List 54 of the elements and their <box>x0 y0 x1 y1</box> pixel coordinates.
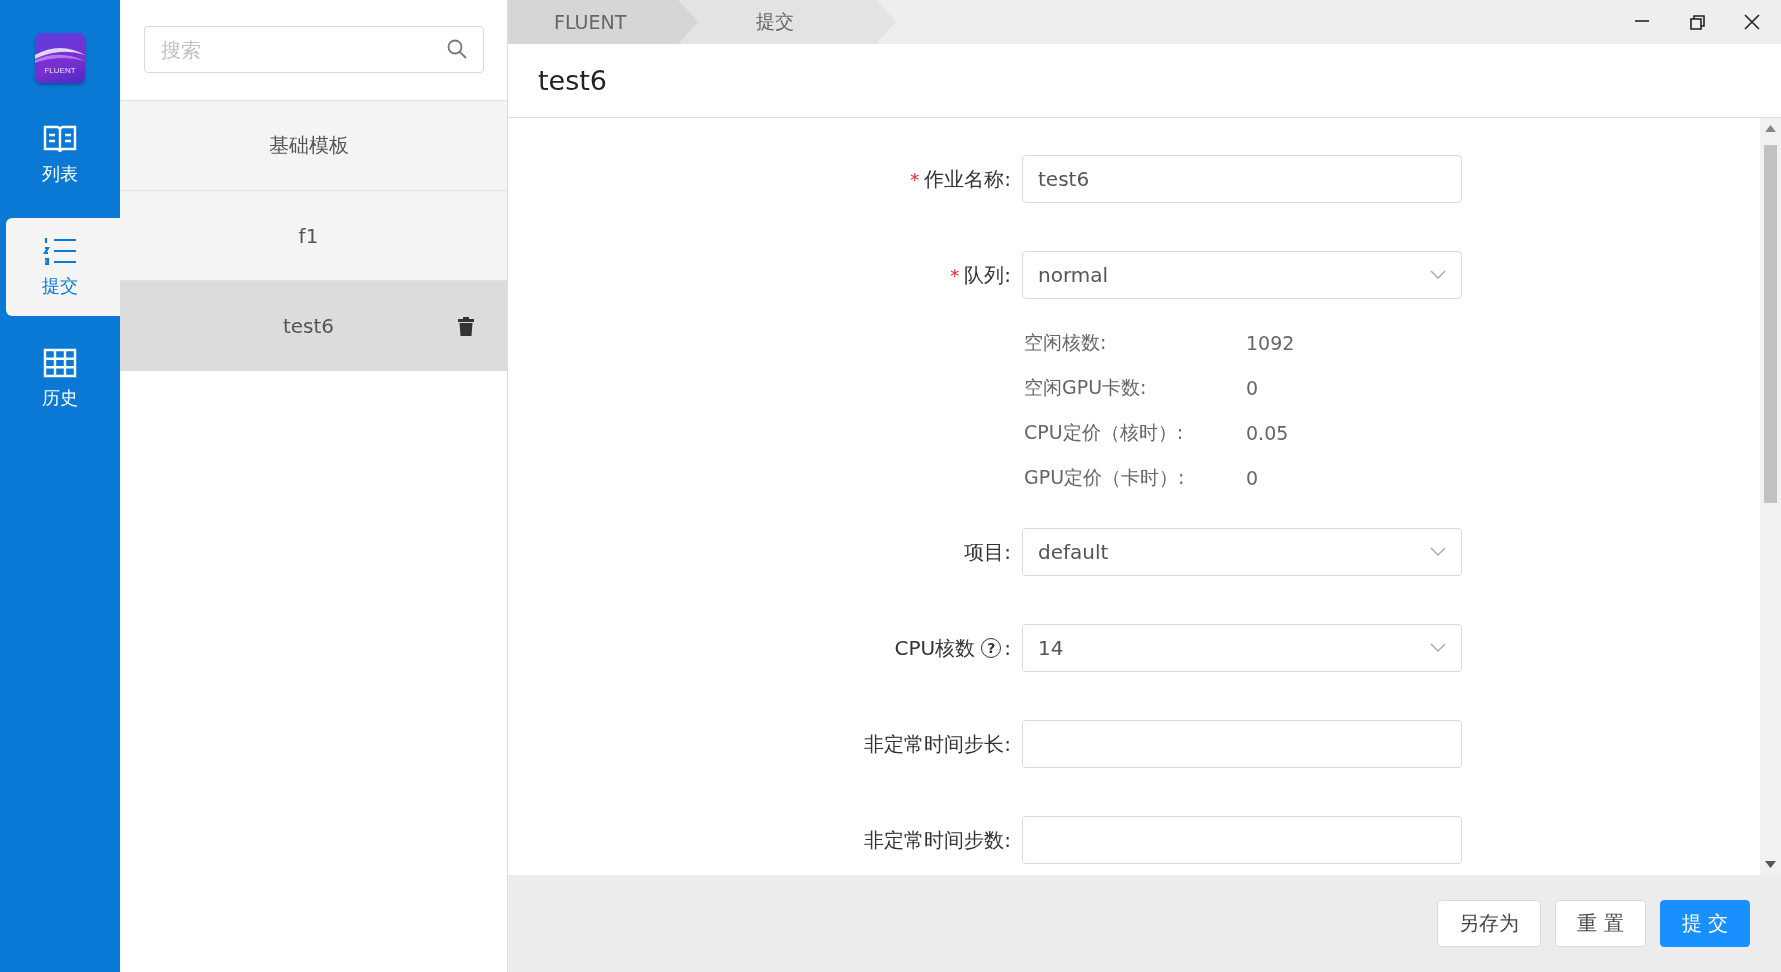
action-button[interactable]: 重 置 <box>1555 900 1646 947</box>
label-colon: : <box>1004 732 1011 756</box>
breadcrumb-item[interactable]: FLUENT <box>508 0 698 44</box>
search-icon[interactable] <box>447 39 467 59</box>
grid-icon <box>43 348 77 378</box>
select-field[interactable]: default <box>1022 528 1462 576</box>
nav-item[interactable]: 列表 <box>0 106 120 204</box>
input-field[interactable] <box>1022 720 1462 768</box>
info-value: 1092 <box>1246 331 1295 354</box>
breadcrumb-item[interactable]: 提交 <box>678 0 896 44</box>
chevron-down-icon <box>1430 643 1446 653</box>
info-label: CPU定价（核时）: <box>1024 419 1185 445</box>
chevron-down-icon <box>1430 547 1446 557</box>
field-label: 非定常时间步数 <box>864 826 1005 854</box>
scrollbar[interactable] <box>1760 118 1781 875</box>
nav-item[interactable]: 历史 <box>0 330 120 428</box>
app-logo: FLUENT <box>35 33 85 83</box>
input-field[interactable] <box>1022 816 1462 864</box>
label-colon: : <box>1004 263 1011 287</box>
input-field[interactable]: test6 <box>1022 155 1462 203</box>
chevron-down-icon <box>1430 270 1446 280</box>
select-field[interactable]: normal <box>1022 251 1462 299</box>
label-colon: : <box>1004 828 1011 852</box>
scroll-down-icon[interactable] <box>1765 861 1776 868</box>
nav-item[interactable]: 提交 <box>6 218 120 316</box>
field-label: 作业名称 <box>924 165 1005 193</box>
select-field[interactable]: 14 <box>1022 624 1462 672</box>
field-label: 项目 <box>964 538 1005 566</box>
required-mark: * <box>910 168 920 190</box>
book-icon <box>43 124 77 154</box>
template-item[interactable]: test6 <box>120 281 507 371</box>
trash-icon[interactable] <box>458 317 474 336</box>
template-item[interactable]: f1 <box>120 191 507 281</box>
field-label: 非定常时间步长 <box>864 730 1005 758</box>
info-value: 0 <box>1246 376 1259 399</box>
close-icon[interactable] <box>1743 13 1761 31</box>
info-value: 0.05 <box>1246 421 1289 444</box>
search-field[interactable]: 搜索 <box>144 26 484 73</box>
field-label: 队列 <box>964 261 1005 289</box>
label-colon: : <box>1004 540 1011 564</box>
field-label: CPU核数 <box>894 634 976 662</box>
info-label: 空闲GPU卡数: <box>1024 374 1148 400</box>
info-label: 空闲核数: <box>1024 329 1108 355</box>
restore-icon[interactable] <box>1688 13 1706 31</box>
action-button[interactable]: 另存为 <box>1437 900 1542 947</box>
required-mark: * <box>950 264 960 286</box>
page-title: test6 <box>538 65 608 96</box>
label-colon: : <box>1004 636 1011 660</box>
numbered-list-icon <box>43 236 77 266</box>
scroll-up-icon[interactable] <box>1765 125 1776 132</box>
label-colon: : <box>1004 167 1011 191</box>
info-label: GPU定价（卡时）: <box>1024 464 1186 490</box>
info-value: 0 <box>1246 466 1259 489</box>
template-item[interactable]: 基础模板 <box>120 101 507 191</box>
